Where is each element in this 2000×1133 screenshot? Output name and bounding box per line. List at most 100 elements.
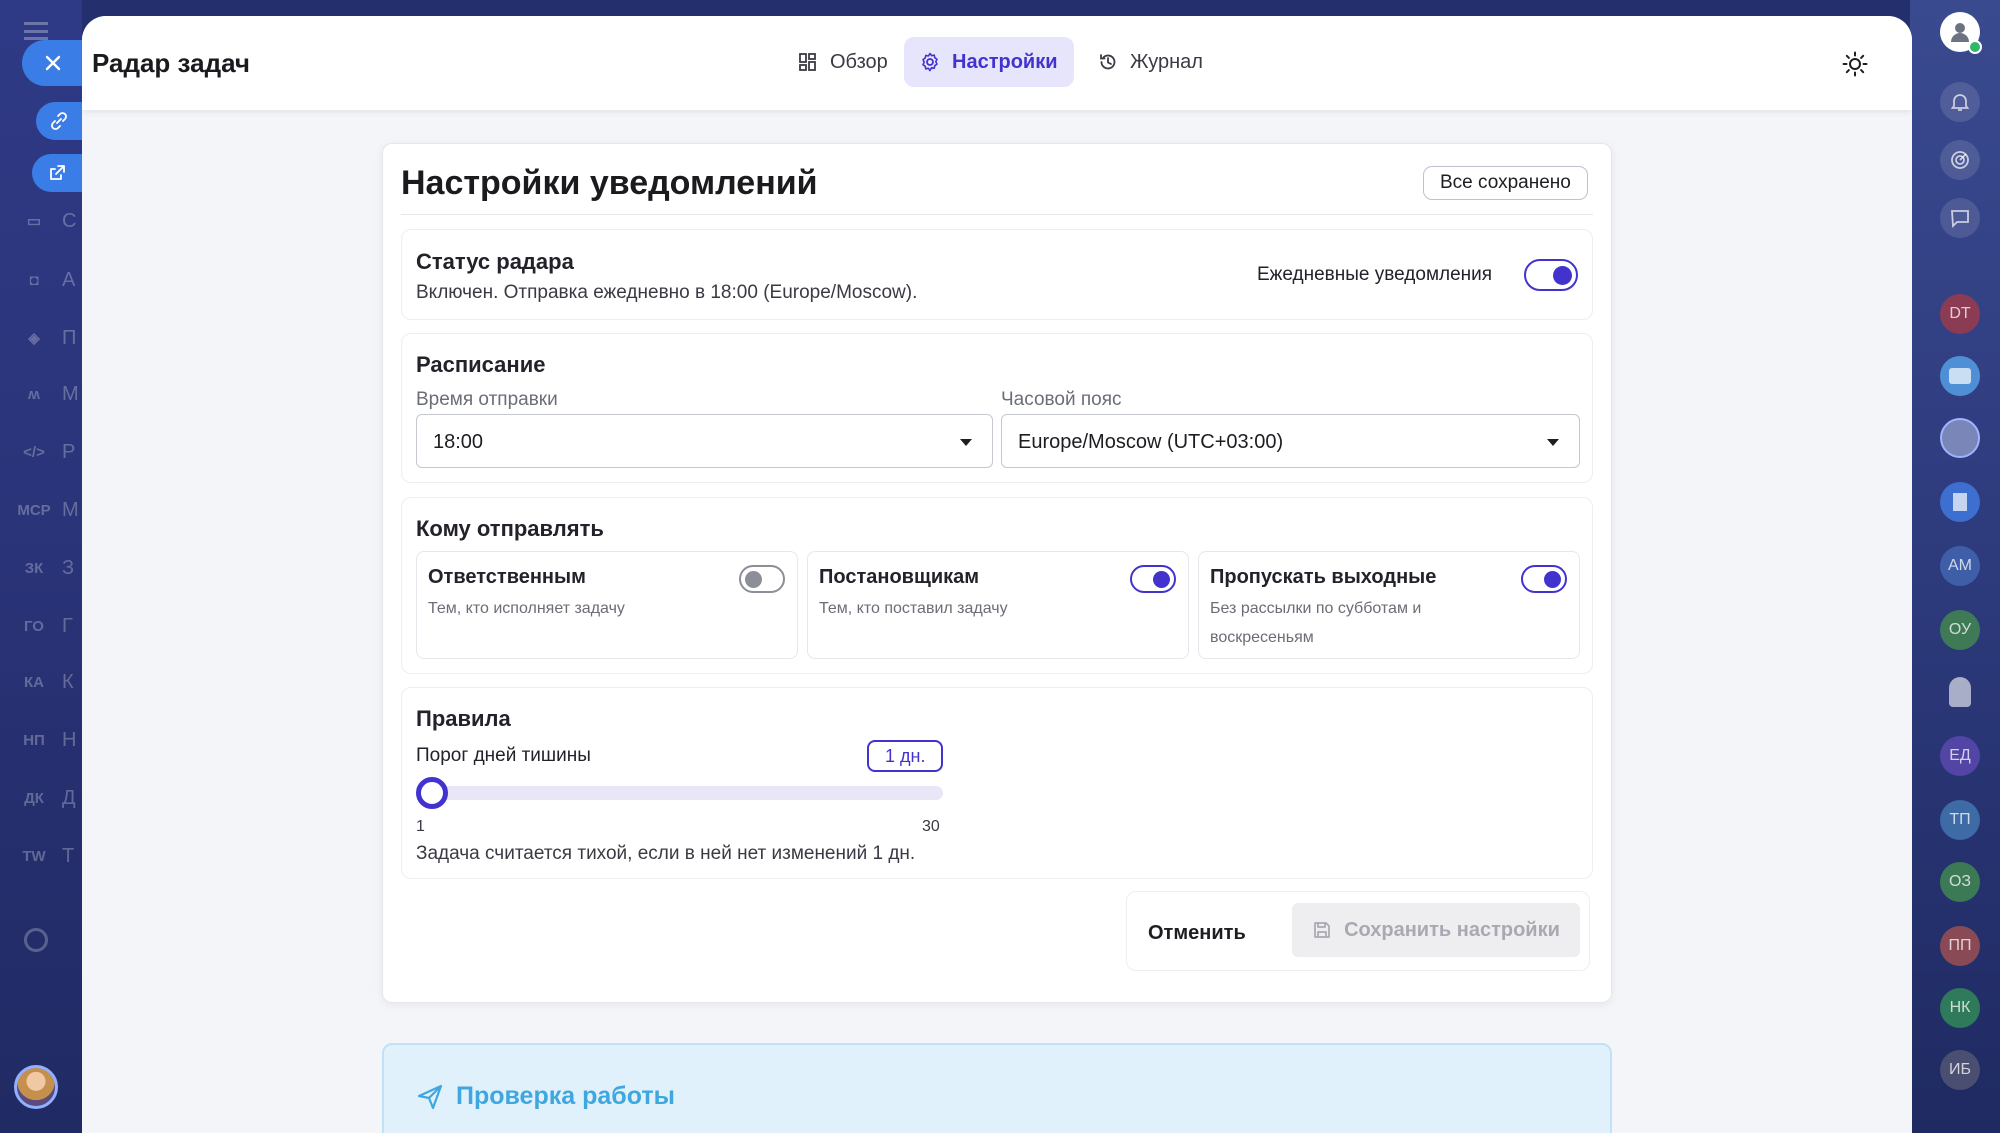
send-time-select[interactable]: 18:00	[416, 414, 993, 468]
notifications-button[interactable]	[1940, 82, 1980, 122]
left-nav-item-11[interactable]: ДК Д	[20, 782, 80, 814]
left-nav-label: Д	[62, 786, 76, 809]
avatar-icon: ГО	[24, 617, 44, 635]
profile-avatar[interactable]	[1940, 12, 1982, 54]
id-card-icon: ▭	[26, 213, 42, 230]
close-icon	[45, 55, 61, 71]
chat-avatar[interactable]: ИБ	[1940, 1050, 1980, 1090]
bell-icon	[1950, 94, 1970, 111]
left-nav-item-3[interactable]: ◈ П	[20, 322, 80, 354]
section-title: Статус радара	[416, 249, 574, 274]
cancel-button[interactable]: Отменить	[1148, 922, 1246, 945]
option-skip-weekends[interactable]: Пропускать выходные Без рассылки по субб…	[1198, 551, 1580, 659]
threshold-hint: Задача считается тихой, если в ней нет и…	[416, 843, 916, 864]
option-creators[interactable]: Постановщикам Тем, кто поставил задачу	[807, 551, 1189, 659]
daily-notifications-toggle[interactable]	[1524, 259, 1578, 291]
creators-toggle[interactable]	[1130, 565, 1176, 593]
app-title: Радар задач	[92, 48, 250, 78]
save-button-label: Сохранить настройки	[1344, 918, 1560, 941]
test-section-title: Проверка работы	[456, 1082, 675, 1110]
silence-threshold-label: Порог дней тишины	[416, 745, 591, 766]
mcp-icon: MCP	[17, 501, 51, 519]
chat-avatar[interactable]	[1940, 672, 1980, 712]
chat-avatar[interactable]: DT	[1940, 294, 1980, 334]
chat-avatar[interactable]: НК	[1940, 988, 1980, 1028]
timezone-select[interactable]: Europe/Moscow (UTC+03:00)	[1001, 414, 1580, 468]
chat-avatar[interactable]: ОЗ	[1940, 862, 1980, 902]
save-settings-button[interactable]: Сохранить настройки	[1292, 903, 1580, 957]
avatar-icon: ЗК	[24, 559, 44, 577]
option-assignees[interactable]: Ответственным Тем, кто исполняет задачу	[416, 551, 798, 659]
gear-icon	[922, 52, 938, 72]
caret-down-icon	[960, 439, 972, 446]
radar-status-section: Статус радара Включен. Отправка ежедневн…	[401, 229, 1593, 320]
left-nav-item-4[interactable]: ʍМ	[20, 378, 80, 410]
menu-icon[interactable]	[24, 22, 48, 40]
tab-overview[interactable]: Обзор	[782, 37, 904, 87]
avatar-icon: ДК	[24, 789, 44, 807]
history-icon	[1100, 54, 1116, 70]
threshold-slider-track[interactable]	[416, 777, 943, 809]
left-nav-label: С	[62, 209, 77, 232]
chat-bubble-icon	[1949, 368, 1971, 384]
chat-avatar[interactable]	[1940, 482, 1980, 522]
left-nav-label: П	[62, 326, 77, 349]
timezone-value: Europe/Moscow (UTC+03:00)	[1018, 431, 1284, 453]
link-icon	[51, 112, 67, 130]
settings-icon[interactable]	[24, 928, 48, 952]
slider-handle[interactable]	[416, 777, 448, 809]
user-avatar[interactable]	[14, 1065, 58, 1109]
open-external-button[interactable]	[32, 154, 82, 192]
left-nav-label: Н	[62, 728, 77, 751]
robot-icon: ◘	[29, 271, 39, 289]
avatar-icon: НП	[23, 731, 45, 749]
user-icon	[1951, 23, 1969, 42]
radar-icon	[1951, 151, 1969, 169]
chat-avatar[interactable]: АМ	[1940, 546, 1980, 586]
test-section-header: Проверка работы	[416, 1082, 675, 1111]
send-time-value: 18:00	[433, 431, 484, 453]
skip-weekends-toggle[interactable]	[1521, 565, 1567, 593]
online-status-icon	[1968, 40, 1982, 54]
left-nav-item-10[interactable]: НП Н	[20, 724, 80, 756]
bookmark-icon	[1953, 493, 1967, 511]
caret-down-icon	[1547, 439, 1559, 446]
chat-button[interactable]	[1940, 198, 1980, 238]
left-nav-item-7[interactable]: ЗК З	[20, 552, 80, 584]
left-nav-item-5[interactable]: </> Р	[20, 436, 80, 468]
left-nav-label: К	[62, 670, 74, 693]
chat-avatar[interactable]: ЕД	[1940, 736, 1980, 776]
left-nav-label: М	[62, 498, 79, 521]
send-time-label: Время отправки	[416, 389, 558, 410]
chat-avatar[interactable]: ПП	[1940, 926, 1980, 966]
chat-avatar[interactable]	[1940, 356, 1980, 396]
chat-avatar[interactable]: ТП	[1940, 800, 1980, 840]
recipients-section: Кому отправлять Ответственным Тем, кто и…	[401, 497, 1593, 674]
section-title: Кому отправлять	[416, 516, 604, 541]
left-nav-item-6[interactable]: MCP М	[17, 494, 80, 526]
left-nav-item-9[interactable]: КА К	[20, 666, 80, 698]
notification-settings-card: Настройки уведомлений Все сохранено Стат…	[382, 143, 1612, 1003]
chat-icon	[1951, 210, 1969, 229]
slider-min-label: 1	[416, 818, 425, 835]
chat-avatar[interactable]: ОУ	[1940, 610, 1980, 650]
option-title: Постановщикам	[819, 566, 980, 588]
code-icon: </>	[23, 443, 45, 461]
tab-settings[interactable]: Настройки	[904, 37, 1074, 87]
left-nav-item-8[interactable]: ГО Г	[20, 610, 80, 642]
left-nav-item-12[interactable]: TW Т	[20, 840, 80, 872]
option-description: Тем, кто исполняет задачу	[428, 600, 625, 617]
left-nav-item-1[interactable]: ▭ С	[20, 205, 80, 237]
radar-button[interactable]	[1940, 140, 1980, 180]
option-description: Тем, кто поставил задачу	[819, 600, 1008, 617]
left-nav-label: З	[62, 556, 75, 579]
assignees-toggle[interactable]	[739, 565, 785, 593]
close-panel-button[interactable]	[22, 40, 84, 86]
section-title: Правила	[416, 706, 511, 731]
left-nav-item-2[interactable]: ◘ А	[20, 264, 80, 296]
chat-avatar[interactable]	[1940, 418, 1980, 458]
tab-journal[interactable]: Журнал	[1082, 37, 1219, 87]
theme-toggle-button[interactable]	[1840, 49, 1870, 79]
send-icon	[417, 1084, 443, 1109]
copy-link-button[interactable]	[36, 102, 82, 140]
